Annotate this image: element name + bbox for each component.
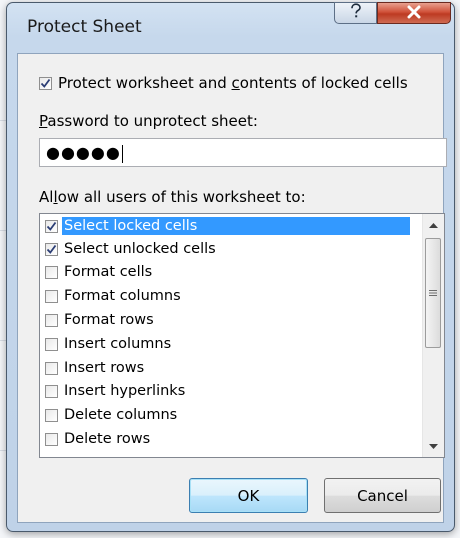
delete-rows-checkbox[interactable] xyxy=(45,432,58,446)
protect-worksheet-checkbox[interactable] xyxy=(39,76,52,90)
select-unlocked-cells-checkbox[interactable] xyxy=(45,242,58,256)
list-item-format-rows[interactable]: Format rows xyxy=(41,309,156,331)
scroll-up-button[interactable] xyxy=(423,216,444,234)
scroll-down-button[interactable] xyxy=(423,437,444,455)
password-label: Password to unprotect sheet: xyxy=(39,112,258,130)
password-mask: ●●●●● xyxy=(46,143,121,162)
insert-columns-checkbox[interactable] xyxy=(45,337,58,351)
checkmark-icon xyxy=(46,244,57,254)
select-locked-cells-checkbox[interactable] xyxy=(45,219,58,233)
dialog-title: Protect Sheet xyxy=(27,17,142,37)
protect-worksheet-option[interactable]: Protect worksheet and contents of locked… xyxy=(39,74,408,92)
text-caret xyxy=(121,144,123,163)
insert-rows-checkbox[interactable] xyxy=(45,361,58,375)
list-item-delete-rows[interactable]: Delete rows xyxy=(41,428,152,450)
scroll-up-arrow-icon xyxy=(429,222,438,228)
list-item-format-cells[interactable]: Format cells xyxy=(41,261,154,283)
list-item-select-unlocked-cells[interactable]: Select unlocked cells xyxy=(41,238,218,260)
protect-sheet-dialog: Protect Sheet Protect worksheet and cont… xyxy=(6,2,455,532)
list-scrollbar[interactable] xyxy=(422,214,444,457)
list-item-delete-columns[interactable]: Delete columns xyxy=(41,404,179,426)
cancel-button[interactable]: Cancel xyxy=(324,478,441,513)
checkmark-icon xyxy=(46,221,57,231)
close-button[interactable] xyxy=(377,2,451,24)
format-rows-checkbox[interactable] xyxy=(45,313,58,327)
allow-users-label: Allow all users of this worksheet to: xyxy=(39,188,306,206)
list-item-insert-rows[interactable]: Insert rows xyxy=(41,357,146,379)
list-item-select-locked-cells[interactable]: Select locked cells xyxy=(41,215,410,237)
checkmark-icon xyxy=(40,78,51,88)
scroll-down-arrow-icon xyxy=(429,443,438,449)
question-mark-icon xyxy=(349,3,363,23)
format-cells-checkbox[interactable] xyxy=(45,265,58,279)
help-button[interactable] xyxy=(334,2,377,24)
format-columns-checkbox[interactable] xyxy=(45,289,58,303)
list-item-format-columns[interactable]: Format columns xyxy=(41,285,183,307)
ok-button[interactable]: OK xyxy=(189,478,308,513)
list-item-insert-columns[interactable]: Insert columns xyxy=(41,333,173,355)
grip-icon xyxy=(429,290,437,296)
password-field[interactable]: ●●●●● xyxy=(39,138,447,167)
permissions-list[interactable]: Select locked cells Select unlocked cell… xyxy=(39,213,445,458)
scroll-thumb[interactable] xyxy=(425,238,441,348)
close-x-icon xyxy=(406,4,422,23)
protect-worksheet-label: Protect worksheet and contents of locked… xyxy=(58,74,408,92)
delete-columns-checkbox[interactable] xyxy=(45,408,58,422)
list-item-insert-hyperlinks[interactable]: Insert hyperlinks xyxy=(41,380,187,402)
dialog-body: Protect worksheet and contents of locked… xyxy=(17,53,447,523)
insert-hyperlinks-checkbox[interactable] xyxy=(45,384,58,398)
